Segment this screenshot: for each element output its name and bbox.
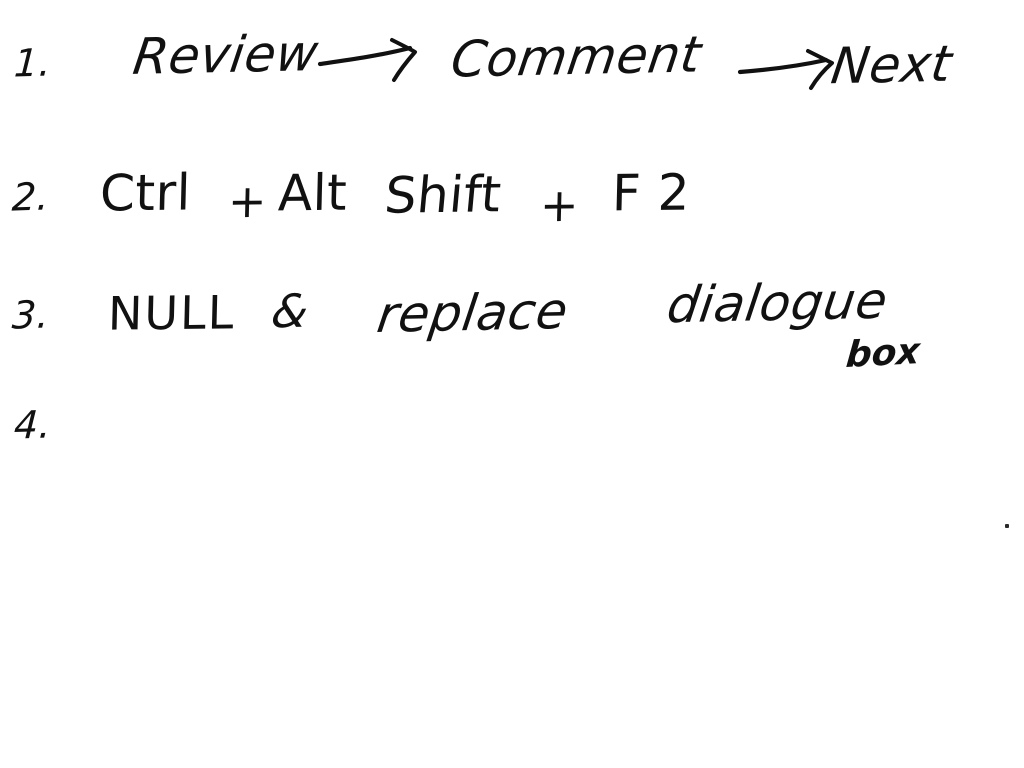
note-3-word-box: box <box>844 330 922 377</box>
note-3-word-dialogue: dialogue <box>663 271 892 335</box>
list-number-4: 4. <box>12 402 53 448</box>
note-3-word-replace: replace <box>373 282 572 344</box>
note-2-key-ctrl: Ctrl <box>99 163 192 223</box>
note-1-word-review: Review <box>129 24 322 86</box>
list-number-3: 3. <box>10 292 51 338</box>
list-number-2: 2. <box>10 174 51 220</box>
note-2-plus-1: + <box>227 173 268 229</box>
note-2-key-shift: Shift <box>382 165 504 225</box>
arrow-right-icon-2 <box>737 49 843 94</box>
note-2-key-f2: F 2 <box>611 163 691 223</box>
note-1-word-next: Next <box>827 34 956 96</box>
note-1-word-comment: Comment <box>447 25 705 89</box>
note-3-ampersand: & <box>268 283 313 339</box>
list-number-1: 1. <box>12 40 53 86</box>
ink-speck <box>1005 524 1009 528</box>
note-2-plus-2: + <box>539 177 580 233</box>
handwritten-note-page: 1. Review Comment Next 2. Ctrl + Alt Shi… <box>0 0 1024 768</box>
arrow-right-icon-1 <box>317 38 428 84</box>
note-2-key-alt: Alt <box>277 163 348 223</box>
note-3-word-null: NULL <box>107 285 237 341</box>
